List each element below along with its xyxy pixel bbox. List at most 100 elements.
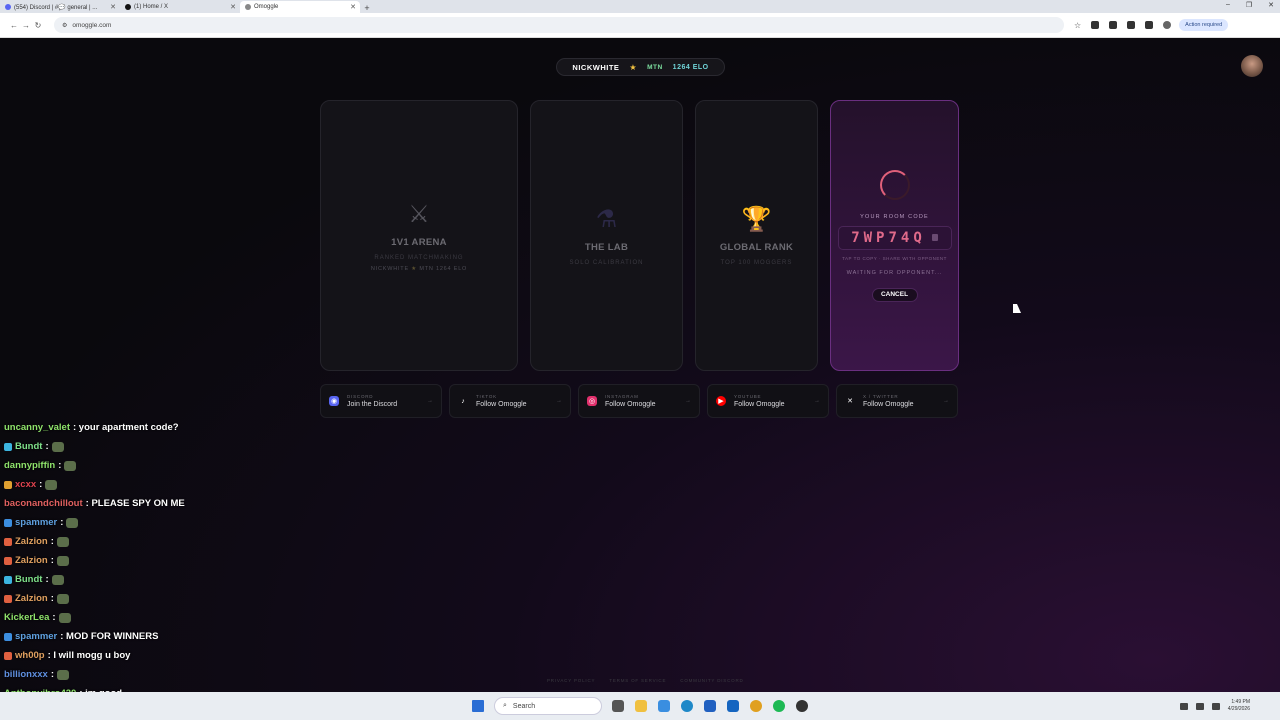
extensions-puzzle-icon[interactable] [1127, 21, 1136, 29]
omoggle-favicon-icon [245, 4, 251, 10]
waiting-status: WAITING FOR OPPONENT... [846, 269, 943, 276]
photos-icon[interactable] [658, 700, 670, 712]
social-action: Join the Discord [347, 401, 398, 408]
url-field[interactable]: ⚙ omoggle.com [54, 17, 1064, 33]
cancel-button[interactable]: CANCEL [871, 287, 918, 302]
taskview-icon[interactable] [612, 700, 624, 712]
chat-text: : PLEASE SPY ON ME [85, 498, 185, 509]
spotify-icon[interactable] [773, 700, 785, 712]
card-title: GLOBAL RANK [719, 242, 794, 253]
chat-text: : [45, 574, 49, 585]
minimize-icon[interactable]: – [1226, 1, 1230, 9]
chat-badge-icon [4, 651, 12, 660]
chat-emote-icon [56, 536, 69, 547]
privacy-policy-link[interactable]: PRIVACY POLICY [547, 678, 595, 683]
chat-message: Bundt: [4, 437, 264, 456]
url-text[interactable]: omoggle.com [72, 22, 111, 29]
card-subtitle: SOLO CALIBRATION [569, 260, 644, 266]
volume-icon[interactable] [1195, 702, 1204, 710]
extension-icon[interactable] [1109, 21, 1118, 29]
chat-username[interactable]: baconandchillout [4, 498, 83, 509]
close-tab-icon[interactable]: ✕ [110, 3, 116, 11]
battery-icon[interactable] [1211, 702, 1220, 710]
search-label: Search [512, 702, 536, 710]
avatar[interactable] [1241, 55, 1263, 77]
action-required-button[interactable]: Action required [1179, 19, 1229, 31]
outlook-icon[interactable] [727, 700, 739, 712]
card-tier: MTN [419, 265, 434, 272]
card-1v1-arena[interactable]: ⚔ 1V1 ARENA RANKED MATCHMAKING NICKWHITE… [320, 100, 518, 371]
site-info-icon[interactable]: ⚙ [62, 22, 67, 29]
elo-value: 1264 ELO [672, 63, 709, 71]
chat-message: Zalzion: [4, 532, 264, 551]
maximize-icon[interactable]: ❐ [1246, 1, 1252, 9]
browser-tab-omoggle[interactable]: Omoggle ✕ [240, 1, 360, 13]
social-link-discord[interactable]: ◉ DISCORD Join the Discord → [320, 384, 442, 418]
tab-label: Omoggle [254, 4, 279, 10]
chat-text: : [50, 555, 54, 566]
chat-badge-icon [4, 518, 12, 527]
reload-icon[interactable]: ↻ [32, 21, 44, 30]
chat-text: : [50, 593, 54, 604]
app-icon[interactable] [704, 700, 716, 712]
arrow-right-icon: → [943, 398, 949, 404]
close-tab-icon[interactable]: ✕ [350, 3, 356, 11]
chat-username[interactable]: billionxxx [4, 669, 48, 680]
clock[interactable]: 1:49 PM 4/29/2026 [1228, 699, 1250, 713]
extension-icon[interactable] [1091, 21, 1100, 29]
back-icon[interactable]: ← [8, 21, 20, 30]
room-code-box[interactable]: 7WP74Q [837, 225, 952, 250]
copy-icon[interactable] [931, 234, 938, 241]
browser-tab-bar: (554) Discord | #💬 general | ... ✕ (1) H… [0, 0, 1280, 13]
chat-username[interactable]: spammer [15, 517, 57, 528]
social-action: Follow Omoggle [863, 401, 914, 408]
tab-label: (554) Discord | #💬 general | ... [14, 4, 98, 11]
chat-username[interactable]: Zalzion [15, 555, 48, 566]
file-explorer-icon[interactable] [635, 700, 647, 712]
card-the-lab[interactable]: ⚗ THE LAB SOLO CALIBRATION [530, 100, 683, 371]
address-bar: ← → ↻ ⚙ omoggle.com ☆ Action required [0, 13, 1280, 38]
social-link-instagram[interactable]: ◎ INSTAGRAM Follow Omoggle → [578, 384, 700, 418]
card-title: 1V1 ARENA [391, 236, 447, 248]
profile-icon[interactable] [1163, 21, 1172, 29]
chat-username[interactable]: dannypiffin [4, 460, 55, 471]
social-action: Follow Omoggle [734, 401, 785, 408]
extensions-area: ☆ [1074, 21, 1172, 30]
chat-username[interactable]: Zalzion [15, 593, 48, 604]
new-tab-button[interactable]: + [360, 3, 374, 13]
windows-start-icon[interactable] [472, 700, 484, 712]
chat-message: wh00p: I will mogg u boy [4, 646, 264, 665]
chat-username[interactable]: spammer [15, 631, 57, 642]
browser-tab-x[interactable]: (1) Home / X ✕ [120, 1, 240, 13]
close-tab-icon[interactable]: ✕ [230, 3, 236, 11]
social-link-tiktok[interactable]: ♪ TIKTOK Follow Omoggle → [449, 384, 571, 418]
chat-username[interactable]: Zalzion [15, 536, 48, 547]
crossed-swords-icon: ⚔ [408, 200, 430, 228]
network-icon[interactable] [1179, 702, 1188, 710]
chat-username[interactable]: KickerLea [4, 612, 49, 623]
chat-text: : [45, 441, 49, 452]
social-link-x[interactable]: ✕ X / TWITTER Follow Omoggle → [836, 384, 958, 418]
card-subtitle: TOP 100 MOGGERS [720, 260, 793, 266]
taskbar-search[interactable]: ⌕ Search [494, 697, 602, 715]
community-discord-link[interactable]: COMMUNITY DISCORD [680, 678, 743, 683]
forward-icon[interactable]: → [20, 21, 32, 30]
browser-tab-discord[interactable]: (554) Discord | #💬 general | ... ✕ [0, 1, 120, 13]
chat-username[interactable]: wh00p [15, 650, 45, 661]
close-window-icon[interactable]: ✕ [1268, 1, 1274, 9]
chat-username[interactable]: xcxx [15, 479, 36, 490]
card-global-rank[interactable]: 🏆 GLOBAL RANK TOP 100 MOGGERS [695, 100, 818, 371]
tiktok-icon: ♪ [461, 397, 465, 405]
social-link-youtube[interactable]: ▶ YOUTUBE Follow Omoggle → [707, 384, 829, 418]
sidepanel-icon[interactable] [1145, 21, 1154, 29]
room-code[interactable]: 7WP74Q [851, 230, 926, 246]
chat-username[interactable]: uncanny_valet [4, 422, 70, 433]
edge-icon[interactable] [681, 700, 693, 712]
obs-icon[interactable] [796, 700, 808, 712]
terms-link[interactable]: TERMS OF SERVICE [609, 678, 666, 683]
social-network: TIKTOK [476, 394, 497, 399]
chat-username[interactable]: Bundt [15, 574, 42, 585]
chrome-icon[interactable] [750, 700, 762, 712]
chat-username[interactable]: Bundt [15, 441, 42, 452]
bookmark-star-icon[interactable]: ☆ [1074, 21, 1081, 30]
